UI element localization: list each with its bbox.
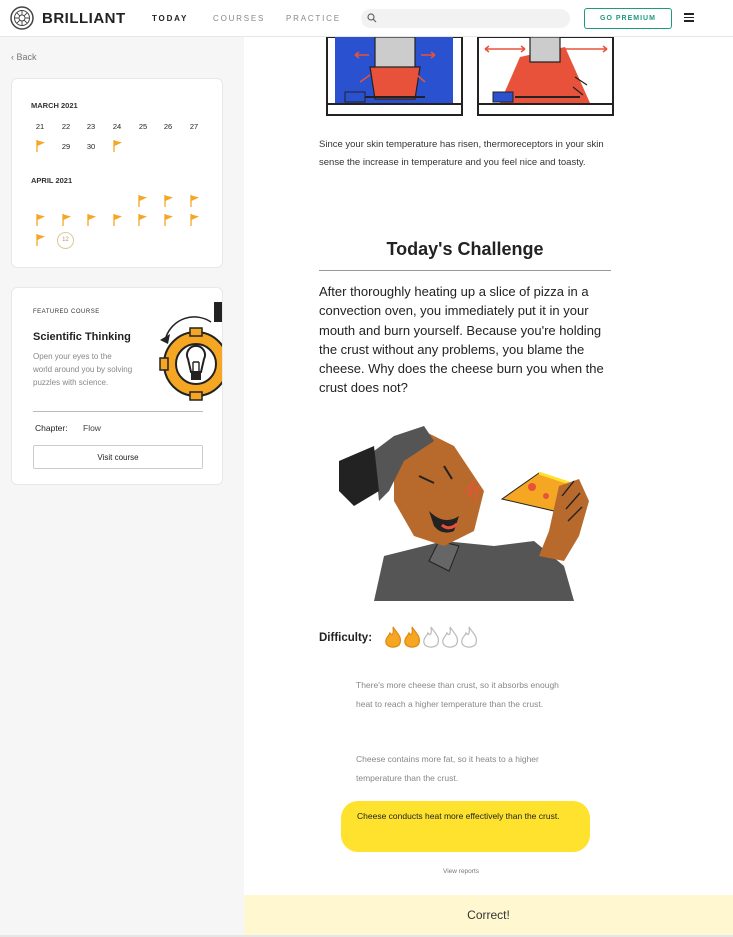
month-label-march: MARCH 2021 <box>31 101 78 110</box>
flame-empty-icon <box>423 626 440 648</box>
difficulty-flame-icons <box>385 626 478 648</box>
featured-course-card: FEATURED COURSE Scientific Thinking Open… <box>11 287 223 485</box>
streak-flag-icon[interactable] <box>190 195 200 207</box>
course-description: Open your eyes to the world around you b… <box>33 352 133 387</box>
streak-flag-icon[interactable] <box>36 234 46 246</box>
flame-empty-icon <box>461 626 478 648</box>
flame-empty-icon <box>442 626 459 648</box>
calendar-day[interactable]: 21 <box>31 120 49 134</box>
brilliant-logo-icon <box>10 6 34 30</box>
calendar-day[interactable]: 26 <box>159 120 177 134</box>
thermoreceptor-illustration <box>326 37 614 116</box>
featured-label: FEATURED COURSE <box>33 309 100 315</box>
brand-name: BRILLIANT <box>42 9 126 27</box>
streak-flag-icon[interactable] <box>164 214 174 226</box>
streak-flag-icon[interactable] <box>138 195 148 207</box>
nav-courses[interactable]: COURSES <box>213 14 265 23</box>
visit-course-button[interactable]: Visit course <box>33 445 203 469</box>
divider <box>33 411 203 412</box>
result-banner: Correct! <box>244 895 733 935</box>
calendar-day[interactable]: 27 <box>185 120 203 134</box>
lightbulb-gear-icon <box>159 302 222 401</box>
go-premium-button[interactable]: GO PREMIUM <box>584 8 672 29</box>
calendar-day[interactable]: 23 <box>82 120 100 134</box>
month-label-april: APRIL 2021 <box>31 176 73 185</box>
divider <box>319 270 611 271</box>
nav-practice[interactable]: PRACTICE <box>286 14 341 23</box>
chapter-label: Chapter: <box>35 423 68 433</box>
chapter-value: Flow <box>83 423 101 433</box>
search-input[interactable] <box>361 9 570 28</box>
top-nav: BRILLIANT TODAY COURSES PRACTICE GO PREM… <box>0 0 733 37</box>
back-label: Back <box>16 52 37 62</box>
course-title[interactable]: Scientific Thinking <box>33 331 131 343</box>
streak-flag-icon[interactable] <box>87 214 97 226</box>
streak-flag-icon[interactable] <box>164 195 174 207</box>
calendar-day[interactable]: 29 <box>57 140 75 154</box>
streak-flag-icon[interactable] <box>138 214 148 226</box>
streak-flag-icon[interactable] <box>113 214 123 226</box>
view-reports-link[interactable]: View reports <box>443 868 479 875</box>
answer-option-text: Cheese conducts heat more effectively th… <box>357 811 560 821</box>
calendar-today[interactable]: 12 <box>57 232 74 249</box>
nav-today[interactable]: TODAY <box>152 14 188 23</box>
brand-logo[interactable]: BRILLIANT <box>10 6 126 30</box>
streak-flag-icon[interactable] <box>190 214 200 226</box>
main-content: Since your skin temperature has risen, t… <box>244 37 733 937</box>
calendar-day[interactable]: 30 <box>82 140 100 154</box>
answer-option[interactable]: There's more cheese than crust, so it ab… <box>356 676 566 713</box>
answer-option[interactable]: Cheese contains more fat, so it heats to… <box>356 750 566 787</box>
streak-flag-icon[interactable] <box>36 214 46 226</box>
search-icon <box>367 13 377 23</box>
calendar-day[interactable]: 22 <box>57 120 75 134</box>
streak-flag-icon[interactable] <box>62 214 72 226</box>
flame-filled-icon <box>385 626 402 648</box>
answer-option-selected[interactable]: Cheese conducts heat more effectively th… <box>341 801 590 852</box>
calendar-day[interactable]: 24 <box>108 120 126 134</box>
challenge-question: After thoroughly heating up a slice of p… <box>319 284 604 396</box>
back-link[interactable]: ‹ Back <box>11 52 37 62</box>
calendar-day[interactable]: 25 <box>134 120 152 134</box>
streak-flag-icon[interactable] <box>113 140 123 152</box>
intro-paragraph: Since your skin temperature has risen, t… <box>319 139 604 168</box>
hamburger-menu-icon[interactable] <box>684 13 694 22</box>
sidebar: ‹ Back MARCH 2021 21 22 23 24 25 26 27 2… <box>0 37 244 937</box>
streak-flag-icon[interactable] <box>36 140 46 152</box>
pizza-burn-illustration <box>339 426 589 601</box>
difficulty-label: Difficulty: <box>319 632 373 644</box>
challenge-title: Today's Challenge <box>386 239 544 259</box>
flame-filled-icon <box>404 626 421 648</box>
calendar-card: MARCH 2021 21 22 23 24 25 26 27 29 30 AP… <box>11 78 223 268</box>
